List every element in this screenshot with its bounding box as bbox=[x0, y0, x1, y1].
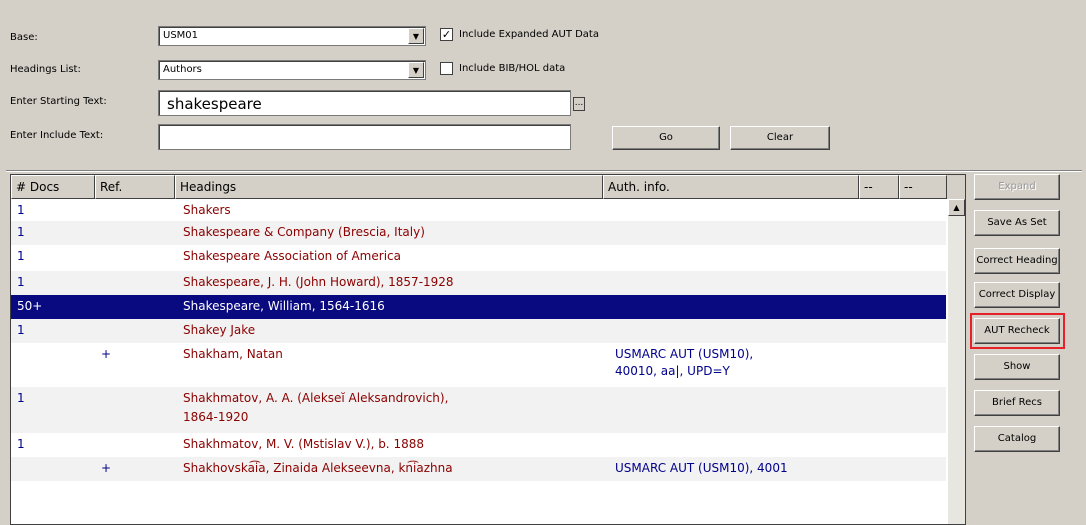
row-ref: + bbox=[101, 461, 112, 475]
correct-display-button[interactable]: Correct Display bbox=[974, 282, 1060, 308]
table-header: # Docs Ref. Headings Auth. info. -- -- bbox=[11, 175, 965, 199]
brief-recs-button[interactable]: Brief Recs bbox=[974, 390, 1060, 416]
divider bbox=[6, 170, 1082, 172]
include-aut-checkbox[interactable]: ✓ Include Expanded AUT Data bbox=[440, 28, 599, 41]
include-bib-checkbox[interactable]: Include BIB/HOL data bbox=[440, 62, 565, 75]
row-docs: 1 bbox=[17, 249, 25, 263]
browse-ellipsis-button[interactable]: ... bbox=[573, 97, 585, 111]
row-ref: + bbox=[101, 347, 112, 361]
column-header-headings[interactable]: Headings bbox=[175, 175, 603, 199]
starting-text-label: Enter Starting Text: bbox=[10, 96, 107, 107]
row-docs: 50+ bbox=[17, 299, 43, 313]
chevron-down-icon[interactable]: ▼ bbox=[408, 62, 424, 78]
column-header-auth-info[interactable]: Auth. info. bbox=[603, 175, 859, 199]
row-heading-line2: 1864-1920 bbox=[183, 410, 249, 424]
row-auth-info-line2: 40010, aa|, UPD=Y bbox=[615, 364, 730, 378]
include-text-label: Enter Include Text: bbox=[10, 130, 104, 141]
row-heading: Shakers bbox=[183, 203, 231, 217]
correct-heading-button[interactable]: Correct Heading bbox=[974, 248, 1060, 274]
base-select-value: USM01 bbox=[163, 30, 199, 41]
catalog-button[interactable]: Catalog bbox=[974, 426, 1060, 452]
row-heading: Shakespeare, William, 1564-1616 bbox=[183, 299, 385, 313]
row-heading: Shakhovska͡ia, Zinaida Alekseevna, kn͡ia… bbox=[183, 461, 453, 475]
include-aut-label: Include Expanded AUT Data bbox=[459, 29, 599, 40]
table-row[interactable]: 1 Shakespeare Association of America bbox=[11, 245, 946, 271]
base-label: Base: bbox=[10, 32, 38, 43]
starting-text-input[interactable]: shakespeare bbox=[158, 90, 571, 116]
table-row[interactable]: + Shakhovska͡ia, Zinaida Alekseevna, kn͡… bbox=[11, 457, 946, 481]
table-row[interactable]: 1 Shakhmatov, M. V. (Mstislav V.), b. 18… bbox=[11, 433, 946, 457]
row-heading: Shakespeare & Company (Brescia, Italy) bbox=[183, 225, 425, 239]
base-select[interactable]: USM01 ▼ bbox=[158, 26, 426, 46]
table-row[interactable]: 1 Shakey Jake bbox=[11, 319, 946, 343]
include-text-input[interactable] bbox=[158, 124, 571, 150]
row-auth-info: USMARC AUT (USM10), 4001 bbox=[615, 461, 788, 475]
go-button[interactable]: Go bbox=[612, 126, 720, 150]
row-heading: Shakham, Natan bbox=[183, 347, 283, 361]
column-header-extra-2[interactable]: -- bbox=[899, 175, 947, 199]
row-docs: 1 bbox=[17, 275, 25, 289]
table-row[interactable]: 1 Shakers bbox=[11, 199, 946, 221]
save-as-set-button[interactable]: Save As Set bbox=[974, 210, 1060, 236]
row-docs: 1 bbox=[17, 391, 25, 405]
vertical-scrollbar[interactable]: ▲ bbox=[948, 199, 965, 524]
expand-button[interactable]: Expand bbox=[974, 174, 1060, 200]
headings-list-value: Authors bbox=[163, 64, 202, 75]
table-row[interactable]: + Shakham, Natan USMARC AUT (USM10), 400… bbox=[11, 343, 946, 387]
column-header-docs[interactable]: # Docs bbox=[11, 175, 95, 199]
include-bib-label: Include BIB/HOL data bbox=[459, 63, 566, 74]
row-heading: Shakespeare, J. H. (John Howard), 1857-1… bbox=[183, 275, 454, 289]
column-header-extra-1[interactable]: -- bbox=[859, 175, 899, 199]
row-heading: Shakhmatov, M. V. (Mstislav V.), b. 1888 bbox=[183, 437, 424, 451]
row-heading: Shakhmatov, A. A. (Alekseĭ Aleksandrovic… bbox=[183, 391, 449, 405]
row-docs: 1 bbox=[17, 225, 25, 239]
column-header-ref[interactable]: Ref. bbox=[95, 175, 175, 199]
row-heading: Shakey Jake bbox=[183, 323, 256, 337]
headings-list-select[interactable]: Authors ▼ bbox=[158, 60, 426, 80]
table-row[interactable]: 1 Shakespeare & Company (Brescia, Italy) bbox=[11, 221, 946, 245]
row-docs: 1 bbox=[17, 437, 25, 451]
highlight-box bbox=[970, 313, 1065, 349]
row-docs: 1 bbox=[17, 323, 25, 337]
headings-list-label: Headings List: bbox=[10, 64, 81, 75]
starting-text-value: shakespeare bbox=[167, 95, 262, 113]
row-docs: 1 bbox=[17, 203, 25, 217]
show-button[interactable]: Show bbox=[974, 354, 1060, 380]
checkbox-unchecked-icon[interactable] bbox=[440, 62, 453, 75]
row-auth-info: USMARC AUT (USM10), bbox=[615, 347, 754, 361]
table-row[interactable]: 1 Shakhmatov, A. A. (Alekseĭ Aleksandrov… bbox=[11, 387, 946, 433]
table-row[interactable]: 1 Shakespeare, J. H. (John Howard), 1857… bbox=[11, 271, 946, 295]
table-row-selected[interactable]: 50+ Shakespeare, William, 1564-1616 bbox=[11, 295, 946, 319]
chevron-down-icon[interactable]: ▼ bbox=[408, 28, 424, 44]
arrow-up-icon[interactable]: ▲ bbox=[948, 199, 965, 216]
headings-search-panel: Base: USM01 ▼ ✓ Include Expanded AUT Dat… bbox=[6, 4, 1082, 525]
clear-button[interactable]: Clear bbox=[730, 126, 830, 150]
row-heading: Shakespeare Association of America bbox=[183, 249, 401, 263]
checkbox-checked-icon[interactable]: ✓ bbox=[440, 28, 453, 41]
headings-table[interactable]: # Docs Ref. Headings Auth. info. -- -- 1… bbox=[10, 174, 966, 525]
